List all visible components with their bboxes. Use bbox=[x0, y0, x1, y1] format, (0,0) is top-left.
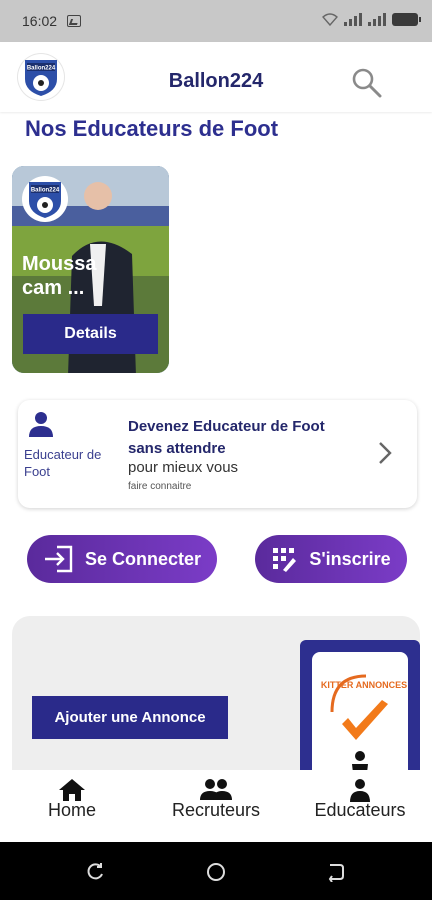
app-registration-icon bbox=[273, 548, 297, 572]
chevron-right-icon[interactable] bbox=[377, 440, 393, 466]
status-bar: 16:02 bbox=[0, 0, 432, 42]
wifi-icon bbox=[322, 12, 338, 26]
educator-card[interactable]: Ballon224 Moussa cam ... Details bbox=[12, 166, 169, 373]
recent-apps-icon[interactable] bbox=[86, 862, 106, 882]
person-icon bbox=[350, 779, 370, 802]
nav-label-home: Home bbox=[47, 800, 96, 820]
become-educator-card[interactable]: Educateur de Foot Devenez Educateur de F… bbox=[18, 400, 417, 508]
promo-title: Devenez Educateur de Foot sans attendre bbox=[128, 418, 325, 457]
home-icon bbox=[59, 779, 85, 801]
nav-label-educateurs: Educateurs bbox=[314, 800, 406, 820]
login-label: Se Connecter bbox=[84, 548, 202, 569]
back-icon[interactable] bbox=[326, 862, 346, 882]
section-title: Nos Educateurs de Foot bbox=[25, 116, 279, 141]
person-icon bbox=[29, 412, 53, 437]
login-icon bbox=[44, 545, 73, 573]
status-icons bbox=[322, 12, 421, 26]
annonce-image[interactable]: KITTER ANNONCES bbox=[300, 640, 420, 790]
shield-logo-icon: Ballon224 bbox=[29, 182, 61, 218]
status-time: 16:02 bbox=[22, 13, 58, 29]
details-button[interactable]: Details bbox=[23, 314, 158, 354]
annonce-panel: Ajouter une Annonce KITTER ANNONCES bbox=[12, 616, 420, 790]
search-icon[interactable] bbox=[350, 66, 384, 100]
home-button-icon[interactable] bbox=[206, 862, 226, 882]
annonce-badge-text: KITTER ANNONCES bbox=[321, 680, 407, 690]
image-notification-icon bbox=[67, 15, 82, 27]
signal-1-icon bbox=[344, 12, 362, 26]
group-icon bbox=[200, 779, 232, 800]
bottom-navigation: Home Recruteurs Educateurs bbox=[0, 770, 432, 842]
app-header: Ballon224 Ballon224 bbox=[0, 42, 432, 112]
promo-subtitle: pour mieux vous bbox=[128, 459, 239, 476]
nav-item-recruteurs[interactable]: Recruteurs bbox=[144, 770, 288, 842]
add-annonce-button[interactable]: Ajouter une Annonce bbox=[32, 696, 228, 739]
signal-2-icon bbox=[368, 12, 386, 26]
nav-label-recruteurs: Recruteurs bbox=[171, 800, 261, 820]
card-logo: Ballon224 bbox=[22, 176, 68, 222]
promo-small-text: faire connaitre bbox=[128, 481, 192, 492]
register-label: S'inscrire bbox=[309, 548, 391, 569]
nav-item-educateurs[interactable]: Educateurs bbox=[288, 770, 432, 842]
educator-name: Moussa cam ... bbox=[22, 253, 97, 299]
educator-label: Educateur de Foot bbox=[24, 447, 102, 479]
battery-icon bbox=[392, 12, 421, 26]
card-logo-text: Ballon224 bbox=[31, 188, 60, 194]
nav-item-home[interactable]: Home bbox=[0, 770, 144, 842]
system-navigation-bar bbox=[0, 842, 432, 900]
login-button[interactable]: Se Connecter bbox=[27, 535, 217, 583]
register-button[interactable]: S'inscrire bbox=[255, 535, 407, 583]
app-screen: 16:02 Ballon224 Ballon224 Nos Educateurs… bbox=[0, 0, 432, 900]
